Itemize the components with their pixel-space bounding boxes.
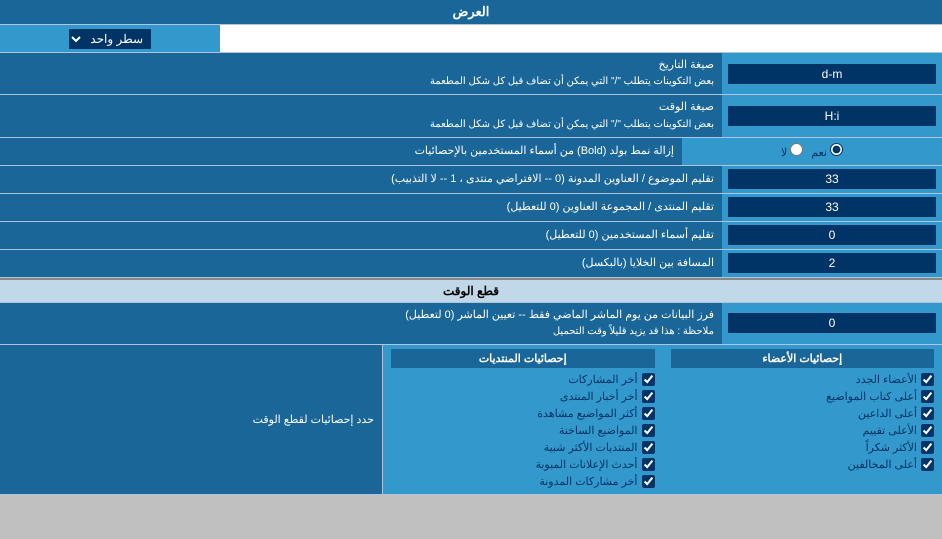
- time-format-label: صيغة الوقت بعض التكوينات يتطلب "/" التي …: [0, 95, 722, 136]
- row-realtime-filter: فرز البيانات من يوم الماشر الماضي فقط --…: [0, 303, 942, 345]
- trim-topics-input-wrapper: [722, 166, 942, 193]
- checkbox-top-warned-label: أعلى المخالفين: [848, 458, 917, 471]
- checkbox-similar-forums[interactable]: [642, 441, 655, 454]
- checkbox-last-posts[interactable]: [642, 373, 655, 386]
- row-trim-topics: تقليم الموضوع / العناوين المدونة (0 -- ا…: [0, 166, 942, 194]
- stats-limit-label: حدد إحصائيات لقطع الوقت: [0, 345, 382, 494]
- checkbox-last-posts-label: أخر المشاركات: [568, 373, 637, 386]
- checkbox-blog-posts-label: أخر مشاركات المدونة: [539, 475, 637, 488]
- checkbox-item-top-inviters: أعلى الداعين: [671, 405, 935, 422]
- realtime-section-header: قطع الوقت: [0, 278, 942, 303]
- realtime-filter-title: فرز البيانات من يوم الماشر الماضي فقط --…: [405, 308, 714, 323]
- checkbox-item-top-warned: أعلى المخالفين: [671, 456, 935, 473]
- bold-no-radio[interactable]: [790, 143, 803, 156]
- checkbox-col-forums: إحصائيات المنتديات أخر المشاركات أخر أخب…: [382, 345, 663, 494]
- checkbox-top-rated[interactable]: [921, 424, 934, 437]
- checkbox-similar-forums-label: المنتديات الأكثر شبية: [544, 441, 638, 454]
- row-bold-remove: إزالة نمط بولد (Bold) من أسماء المستخدمي…: [0, 138, 942, 166]
- checkbox-item-last-posts: أخر المشاركات: [391, 371, 655, 388]
- row-time-format: صيغة الوقت بعض التكوينات يتطلب "/" التي …: [0, 95, 942, 137]
- trim-topics-label: تقليم الموضوع / العناوين المدونة (0 -- ا…: [0, 166, 722, 193]
- checkbox-most-viewed[interactable]: [642, 407, 655, 420]
- checkbox-top-rated-label: الأعلى تقييم: [863, 424, 917, 437]
- checkbox-forum-news-label: أخر أخبار المنتدى: [560, 390, 638, 403]
- trim-forum-label: تقليم المنتدى / المجموعة العناوين (0 للت…: [0, 194, 722, 221]
- checkbox-item-blog-posts: أخر مشاركات المدونة: [391, 473, 655, 490]
- trim-forum-input-wrapper: [722, 194, 942, 221]
- checkbox-most-viewed-label: أكثر المواضيع مشاهدة: [537, 407, 637, 420]
- single-line-input[interactable]: سطر واحد سطرين ثلاثة أسطر: [0, 25, 220, 52]
- checkbox-item-top-writers: أعلى كتاب المواضيع: [671, 388, 935, 405]
- checkbox-item-forum-news: أخر أخبار المنتدى: [391, 388, 655, 405]
- checkbox-new-members[interactable]: [921, 373, 934, 386]
- checkbox-blog-posts[interactable]: [642, 475, 655, 488]
- checkbox-item-similar-forums: المنتديات الأكثر شبية: [391, 439, 655, 456]
- checkbox-item-most-thanked: الأكثر شكراً: [671, 439, 935, 456]
- time-format-field[interactable]: [728, 106, 936, 126]
- bold-remove-label: إزالة نمط بولد (Bold) من أسماء المستخدمي…: [0, 138, 682, 165]
- checkbox-classifieds-label: أحدث الإعلانات المبوبة: [535, 458, 637, 471]
- time-format-input-wrapper: [722, 95, 942, 136]
- row-date-format: صيغة التاريخ بعض التكوينات يتطلب "/" الت…: [0, 53, 942, 95]
- stats-limit-text: حدد إحصائيات لقطع الوقت: [253, 413, 374, 426]
- checkbox-top-writers[interactable]: [921, 390, 934, 403]
- date-format-note: بعض التكوينات يتطلب "/" التي يمكن أن تضا…: [430, 75, 714, 89]
- checkbox-top-warned[interactable]: [921, 458, 934, 471]
- row-trim-users: تقليم أسماء المستخدمين (0 للتعطيل): [0, 222, 942, 250]
- checkbox-top-inviters[interactable]: [921, 407, 934, 420]
- checkbox-hot-topics-label: المواضيع الساخنة: [559, 424, 638, 437]
- time-format-title: صيغة الوقت: [430, 100, 714, 115]
- checkbox-item-most-viewed: أكثر المواضيع مشاهدة: [391, 405, 655, 422]
- checkbox-new-members-label: الأعضاء الجدد: [856, 373, 917, 386]
- row-cell-spacing: المسافة بين الخلايا (بالبكسل): [0, 250, 942, 278]
- cell-spacing-label: المسافة بين الخلايا (بالبكسل): [0, 250, 722, 277]
- header-title: العرض: [453, 4, 490, 19]
- forums-col-header: إحصائيات المنتديات: [391, 349, 655, 368]
- bold-yes-radio[interactable]: [830, 143, 843, 156]
- row-single-line: سطر واحد سطرين ثلاثة أسطر: [0, 25, 942, 53]
- bold-remove-input: نعم لا: [682, 138, 942, 165]
- checkbox-columns: إحصائيات المنتديات أخر المشاركات أخر أخب…: [382, 345, 942, 494]
- realtime-filter-label: فرز البيانات من يوم الماشر الماضي فقط --…: [0, 303, 722, 344]
- bold-yes-label: نعم: [811, 143, 843, 159]
- realtime-filter-note: ملاحظة : هذا قد يزيد قليلاً وقت التحميل: [405, 325, 714, 339]
- checkbox-col-members: إحصائيات الأعضاء الأعضاء الجدد أعلى كتاب…: [663, 345, 942, 494]
- checkbox-most-thanked[interactable]: [921, 441, 934, 454]
- time-format-note: بعض التكوينات يتطلب "/" التي يمكن أن تضا…: [430, 118, 714, 132]
- trim-forum-field[interactable]: [728, 197, 936, 217]
- row-trim-forum: تقليم المنتدى / المجموعة العناوين (0 للت…: [0, 194, 942, 222]
- checkbox-top-writers-label: أعلى كتاب المواضيع: [826, 390, 917, 403]
- checkbox-item-hot-topics: المواضيع الساخنة: [391, 422, 655, 439]
- checkbox-top-inviters-label: أعلى الداعين: [858, 407, 917, 420]
- bold-radio-group: نعم لا: [781, 143, 843, 159]
- single-line-select[interactable]: سطر واحد سطرين ثلاثة أسطر: [69, 29, 151, 49]
- checkbox-item-top-rated: الأعلى تقييم: [671, 422, 935, 439]
- trim-users-input-wrapper: [722, 222, 942, 249]
- trim-users-field[interactable]: [728, 225, 936, 245]
- checkbox-item-new-members: الأعضاء الجدد: [671, 371, 935, 388]
- members-col-header: إحصائيات الأعضاء: [671, 349, 935, 368]
- trim-topics-field[interactable]: [728, 169, 936, 189]
- page-header: العرض: [0, 0, 942, 25]
- date-format-input-wrapper: [722, 53, 942, 94]
- cell-spacing-input-wrapper: [722, 250, 942, 277]
- stats-section: حدد إحصائيات لقطع الوقت إحصائيات المنتدي…: [0, 345, 942, 495]
- realtime-title: قطع الوقت: [443, 284, 499, 298]
- realtime-filter-input-wrapper: [722, 303, 942, 344]
- checkbox-most-thanked-label: الأكثر شكراً: [866, 441, 917, 454]
- date-format-label: صيغة التاريخ بعض التكوينات يتطلب "/" الت…: [0, 53, 722, 94]
- cell-spacing-field[interactable]: [728, 253, 936, 273]
- checkbox-classifieds[interactable]: [642, 458, 655, 471]
- checkbox-hot-topics[interactable]: [642, 424, 655, 437]
- bold-no-label: لا: [781, 143, 803, 159]
- realtime-filter-field[interactable]: [728, 313, 936, 333]
- date-format-field[interactable]: [728, 64, 936, 84]
- date-format-title: صيغة التاريخ: [430, 58, 714, 73]
- trim-users-label: تقليم أسماء المستخدمين (0 للتعطيل): [0, 222, 722, 249]
- checkbox-item-classifieds: أحدث الإعلانات المبوبة: [391, 456, 655, 473]
- checkbox-forum-news[interactable]: [642, 390, 655, 403]
